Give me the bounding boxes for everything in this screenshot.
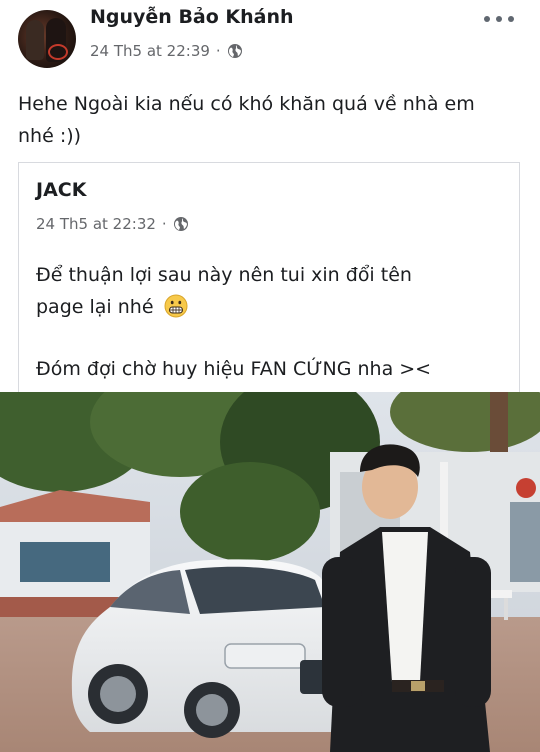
post-text: Hehe Ngoài kia nếu có khó khăn quá về nh… (18, 88, 518, 152)
post-text-line: nhé :)) (18, 125, 82, 147)
more-dot (508, 16, 514, 22)
post-meta: 24 Th5 at 22:39 · (90, 42, 243, 60)
more-dot (496, 16, 502, 22)
shared-text-line: page lại nhé (36, 296, 154, 318)
shared-text-line: Để thuận lợi sau này nên tui xin đổi tên (36, 264, 412, 286)
shared-text-line-emoji: page lại nhé (36, 291, 188, 323)
author-avatar[interactable] (18, 10, 76, 68)
post-timestamp[interactable]: 24 Th5 at 22:39 (90, 42, 210, 60)
more-dot (484, 16, 490, 22)
shared-post-meta: 24 Th5 at 22:32 · (36, 215, 189, 233)
avatar-figure-left (26, 20, 44, 60)
meta-separator: · (161, 215, 167, 233)
shared-post-timestamp[interactable]: 24 Th5 at 22:32 (36, 215, 156, 233)
shared-post-card[interactable]: JACK 24 Th5 at 22:32 · Để thuận lợi sau … (18, 162, 520, 402)
avatar-emblem (48, 44, 68, 60)
globe-icon (227, 44, 242, 58)
post-text-line: Hehe Ngoài kia nếu có khó khăn quá về nh… (18, 93, 475, 115)
shared-author-name[interactable]: JACK (36, 179, 86, 201)
author-name[interactable]: Nguyễn Bảo Khánh (90, 6, 294, 28)
meta-separator: · (215, 42, 221, 60)
shared-post-photo[interactable] (0, 392, 540, 752)
globe-icon (173, 217, 188, 231)
more-options-icon[interactable] (484, 10, 514, 28)
grimacing-face-emoji (164, 294, 188, 318)
photo-scene (0, 392, 540, 752)
shared-text-line: Đóm đợi chờ huy hiệu FAN CỨNG nha >< (36, 358, 432, 380)
